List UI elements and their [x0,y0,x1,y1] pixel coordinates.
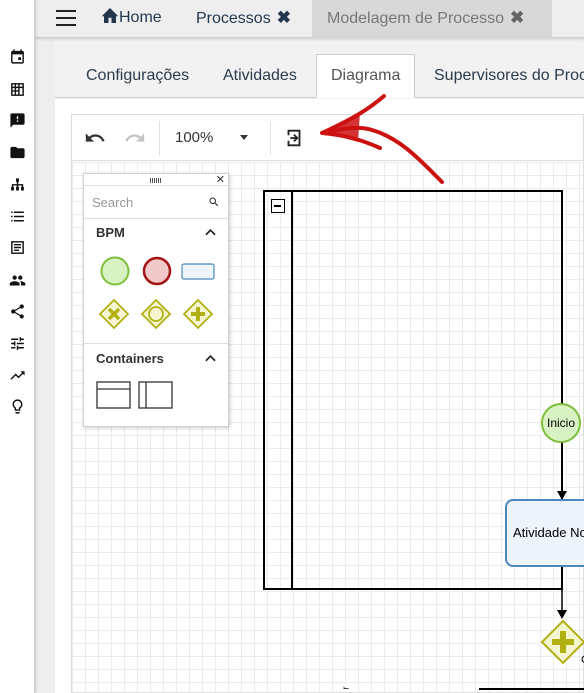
undo-icon[interactable] [84,127,106,149]
trending-up-icon[interactable] [9,367,26,384]
lane-border [479,688,584,690]
folder-icon[interactable] [9,144,26,161]
section-containers-header[interactable]: Containers [84,345,228,373]
close-tab-icon[interactable]: ✖ [277,0,291,36]
end-event-shape[interactable] [141,255,173,287]
dashboard-icon[interactable] [9,81,26,98]
sitemap-icon[interactable] [9,177,26,194]
menu-icon[interactable] [56,10,76,26]
pool-vertical-shape[interactable] [138,381,174,411]
redo-icon[interactable] [124,127,146,149]
start-event-shape[interactable] [99,255,131,287]
toolbar-separator [270,121,271,155]
section-containers-title: Containers [96,351,164,366]
start-event[interactable]: Inicio [541,403,581,443]
list-icon[interactable] [9,208,26,225]
shape-palette: ✕ BPM Containers [83,173,229,427]
exclusive-gateway-shape[interactable] [98,298,130,330]
event-gateway-shape[interactable] [140,298,172,330]
search-icon[interactable] [208,196,220,208]
tab-home-label: Home [119,9,162,26]
palette-divider [84,343,228,344]
home-icon [101,8,119,23]
close-icon[interactable]: ✕ [216,174,225,186]
calendar-icon[interactable] [9,48,26,65]
tab-home[interactable]: Home [101,0,162,38]
section-bpm-header[interactable]: BPM [84,219,228,247]
parallel-gateway-shape[interactable] [182,298,214,330]
chevron-up-icon[interactable] [205,228,216,236]
sequence-flow[interactable] [555,568,569,620]
pool-header [265,192,293,588]
toolbar-separator [159,121,160,155]
tab-processos-label: Processos [196,10,271,27]
chevron-up-icon[interactable] [205,354,216,362]
task-shape[interactable] [181,263,215,281]
export-icon[interactable] [283,127,305,149]
parallel-gateway[interactable] [540,619,584,665]
tab-modelagem-de-processo[interactable]: Modelagem de Processo ✖ [312,0,552,38]
drag-handle-icon[interactable] [150,178,162,183]
tab-atividades[interactable]: Atividades [223,54,297,98]
share-icon[interactable] [9,303,26,320]
palette-titlebar[interactable]: ✕ [84,174,228,186]
left-nav-rail [0,0,35,693]
feedback-icon[interactable] [9,112,26,129]
zoom-level[interactable]: 100% [175,129,213,146]
palette-search [84,186,228,219]
app-root: Home Processos ✖ Modelagem de Processo ✖ C… [0,0,584,693]
search-input[interactable] [92,192,202,212]
section-bpm-title: BPM [96,225,125,240]
task-label: Atividade No [513,525,584,540]
subtabs-bar: Configurações Atividades Diagrama Superv… [55,54,584,98]
diagram-toolbar: 100% [72,115,583,161]
tab-processos[interactable]: Processos ✖ [196,0,291,38]
zoom-dropdown-caret[interactable] [240,135,248,140]
people-icon[interactable] [9,272,26,289]
sequence-flow[interactable] [555,445,569,501]
tab-supervisores[interactable]: Supervisores do Proc [434,54,584,98]
collapse-icon[interactable] [271,199,285,213]
close-tab-icon[interactable]: ✖ [510,0,524,36]
tune-icon[interactable] [9,335,26,352]
pool-horizontal-shape[interactable] [96,381,132,411]
table-icon[interactable] [9,239,26,256]
task-activity[interactable]: Atividade No [505,499,584,567]
container-shapes [84,373,228,423]
top-header: Home Processos ✖ Modelagem de Processo ✖ [35,0,584,38]
tab-modelagem-label: Modelagem de Processo [327,10,504,27]
lightbulb-icon[interactable] [9,398,26,415]
tab-configuracoes[interactable]: Configurações [86,54,189,98]
bpm-shapes [84,247,228,343]
pool-label-fragment: r [340,686,351,690]
start-event-label: Inicio [546,416,575,430]
tab-diagrama[interactable]: Diagrama [316,54,416,98]
